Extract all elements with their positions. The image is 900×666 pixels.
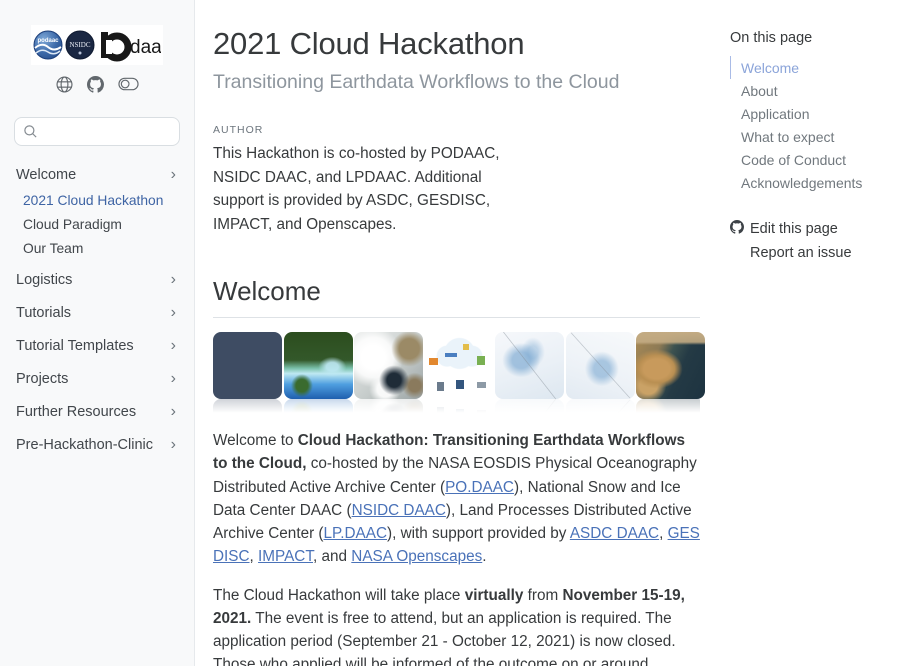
author-text: This Hackathon is co-hosted by PODAAC, N… bbox=[213, 142, 523, 236]
edit-this-page-link[interactable]: Edit this page bbox=[730, 220, 890, 238]
svg-text:podaac: podaac bbox=[37, 38, 59, 44]
sidebar-item-label: Pre-Hackathon-Clinic bbox=[16, 436, 153, 454]
page-subtitle: Transitioning Earthdata Workflows to the… bbox=[213, 71, 700, 94]
chevron-right-icon[interactable]: › bbox=[171, 439, 178, 451]
cloud-workflow-diagram-reflection bbox=[425, 399, 494, 414]
desert-coast-satellite-image bbox=[636, 332, 705, 399]
toc-item-welcome[interactable]: Welcome bbox=[730, 56, 890, 79]
sidebar-item-further-resources[interactable]: Further Resources › bbox=[14, 399, 180, 425]
sidebar-tool-icons bbox=[14, 75, 180, 93]
toc-item-what-to-expect[interactable]: What to expect bbox=[730, 125, 890, 148]
bold-text: virtually bbox=[465, 587, 524, 604]
toc-item-code-of-conduct[interactable]: Code of Conduct bbox=[730, 148, 890, 171]
theme-toggle-icon[interactable] bbox=[118, 77, 139, 91]
sidebar-item-label: Welcome bbox=[16, 166, 76, 184]
nav-section-tutorial-templates: Tutorial Templates › bbox=[14, 333, 180, 359]
sidebar-item-tutorial-templates[interactable]: Tutorial Templates › bbox=[14, 333, 180, 359]
sidebar-item-pre-hackathon-clinic[interactable]: Pre-Hackathon-Clinic › bbox=[14, 432, 180, 458]
sidebar-item-label: Tutorial Templates bbox=[16, 337, 134, 355]
sidebar-item-label: Logistics bbox=[16, 271, 72, 289]
toc-item-application[interactable]: Application bbox=[730, 102, 890, 125]
toc-item-acknowledgements[interactable]: Acknowledgements bbox=[730, 171, 890, 194]
toc-title: On this page bbox=[730, 30, 890, 46]
sidebar-item-label: Further Resources bbox=[16, 403, 136, 421]
svg-text:NSIDC: NSIDC bbox=[69, 41, 90, 49]
hurricane-satellite-image bbox=[213, 332, 282, 399]
inline-link-nasa-openscapes[interactable]: NASA Openscapes bbox=[351, 548, 482, 565]
chevron-right-icon[interactable]: › bbox=[171, 169, 178, 181]
site-logo[interactable]: podaac NSIDC daac bbox=[31, 25, 163, 65]
daac-logos-image: podaac NSIDC daac bbox=[33, 28, 161, 62]
sidebar-item-tutorials[interactable]: Tutorials › bbox=[14, 300, 180, 326]
inline-link-lp-daac[interactable]: LP.DAAC bbox=[324, 525, 388, 542]
toc-item-about[interactable]: About bbox=[730, 79, 890, 102]
github-icon[interactable] bbox=[87, 76, 104, 93]
image-gallery-reflection bbox=[213, 399, 700, 414]
schedule-paragraph: The Cloud Hackathon will take place virt… bbox=[213, 584, 700, 666]
sidebar-item-welcome[interactable]: Welcome › bbox=[14, 162, 180, 188]
globe-icon[interactable] bbox=[56, 76, 73, 93]
welcome-section-heading: Welcome bbox=[213, 276, 700, 318]
sidebar-item-2021-cloud-hackathon[interactable]: 2021 Cloud Hackathon bbox=[23, 188, 180, 212]
inline-link-asdc-daac[interactable]: ASDC DAAC bbox=[570, 525, 659, 542]
image-gallery bbox=[213, 332, 700, 399]
nav-section-welcome: Welcome › 2021 Cloud HackathonCloud Paradi… bbox=[14, 162, 180, 260]
podaac-logo: podaac bbox=[34, 31, 62, 59]
svg-text:daac: daac bbox=[130, 37, 161, 58]
github-icon bbox=[730, 220, 744, 238]
inline-link-po-daac[interactable]: PO.DAAC bbox=[445, 479, 514, 496]
toc-list: WelcomeAboutApplicationWhat to expectCod… bbox=[730, 56, 890, 194]
sidebar-item-label: Projects bbox=[16, 370, 68, 388]
chevron-right-icon[interactable]: › bbox=[171, 373, 178, 385]
edit-this-page-label: Edit this page bbox=[750, 221, 838, 237]
arctic-ice-satellite-image bbox=[354, 332, 423, 399]
chevron-right-icon[interactable]: › bbox=[171, 307, 178, 319]
coastal-bloom-satellite-image-reflection bbox=[284, 399, 353, 414]
nsidc-logo: NSIDC bbox=[66, 31, 94, 59]
inline-link-impact[interactable]: IMPACT bbox=[258, 548, 313, 565]
cloud-workflow-diagram bbox=[425, 332, 494, 399]
sea-ice-satellite-image-1-reflection bbox=[495, 399, 564, 414]
nav-section-logistics: Logistics › bbox=[14, 267, 180, 293]
arctic-ice-satellite-image-reflection bbox=[354, 399, 423, 414]
search-input[interactable] bbox=[14, 117, 180, 146]
inline-link-nsidc-daac[interactable]: NSIDC DAAC bbox=[352, 502, 446, 519]
sea-ice-satellite-image-2-reflection bbox=[566, 399, 635, 414]
chevron-right-icon[interactable]: › bbox=[171, 340, 178, 352]
toc-actions: Edit this page Report an issue bbox=[730, 220, 890, 261]
chevron-right-icon[interactable]: › bbox=[171, 274, 178, 286]
nav-section-projects: Projects › bbox=[14, 366, 180, 392]
sidebar-item-label: Tutorials bbox=[16, 304, 71, 322]
search-icon bbox=[23, 124, 38, 144]
nav-section-tutorials: Tutorials › bbox=[14, 300, 180, 326]
author-label: AUTHOR bbox=[213, 124, 700, 136]
sea-ice-satellite-image-2 bbox=[566, 332, 635, 399]
search-container bbox=[14, 117, 180, 146]
chevron-right-icon[interactable]: › bbox=[171, 406, 178, 418]
lpdaac-logo: daac bbox=[101, 32, 161, 58]
main-content: 2021 Cloud Hackathon Transitioning Earth… bbox=[195, 0, 730, 666]
sidebar-item-our-team[interactable]: Our Team bbox=[23, 236, 180, 260]
nav-section-pre-hackathon-clinic: Pre-Hackathon-Clinic › bbox=[14, 432, 180, 458]
page-title: 2021 Cloud Hackathon bbox=[213, 26, 700, 62]
intro-paragraph: Welcome to Cloud Hackathon: Transitionin… bbox=[213, 429, 700, 569]
desert-coast-satellite-image-reflection bbox=[636, 399, 700, 414]
sidebar-item-logistics[interactable]: Logistics › bbox=[14, 267, 180, 293]
on-this-page-panel: On this page WelcomeAboutApplicationWhat… bbox=[730, 0, 900, 666]
sea-ice-satellite-image-1 bbox=[495, 332, 564, 399]
sidebar-item-projects[interactable]: Projects › bbox=[14, 366, 180, 392]
coastal-bloom-satellite-image bbox=[284, 332, 353, 399]
left-sidebar: podaac NSIDC daac bbox=[0, 0, 195, 666]
report-an-issue-link[interactable]: Report an issue bbox=[730, 245, 890, 261]
sidebar-item-cloud-paradigm[interactable]: Cloud Paradigm bbox=[23, 212, 180, 236]
sidebar-nav: Welcome › 2021 Cloud HackathonCloud Paradi… bbox=[14, 162, 180, 458]
hurricane-satellite-image-reflection bbox=[213, 399, 282, 414]
nav-section-further-resources: Further Resources › bbox=[14, 399, 180, 425]
sidebar-subnav: 2021 Cloud HackathonCloud ParadigmOur Te… bbox=[14, 188, 180, 260]
